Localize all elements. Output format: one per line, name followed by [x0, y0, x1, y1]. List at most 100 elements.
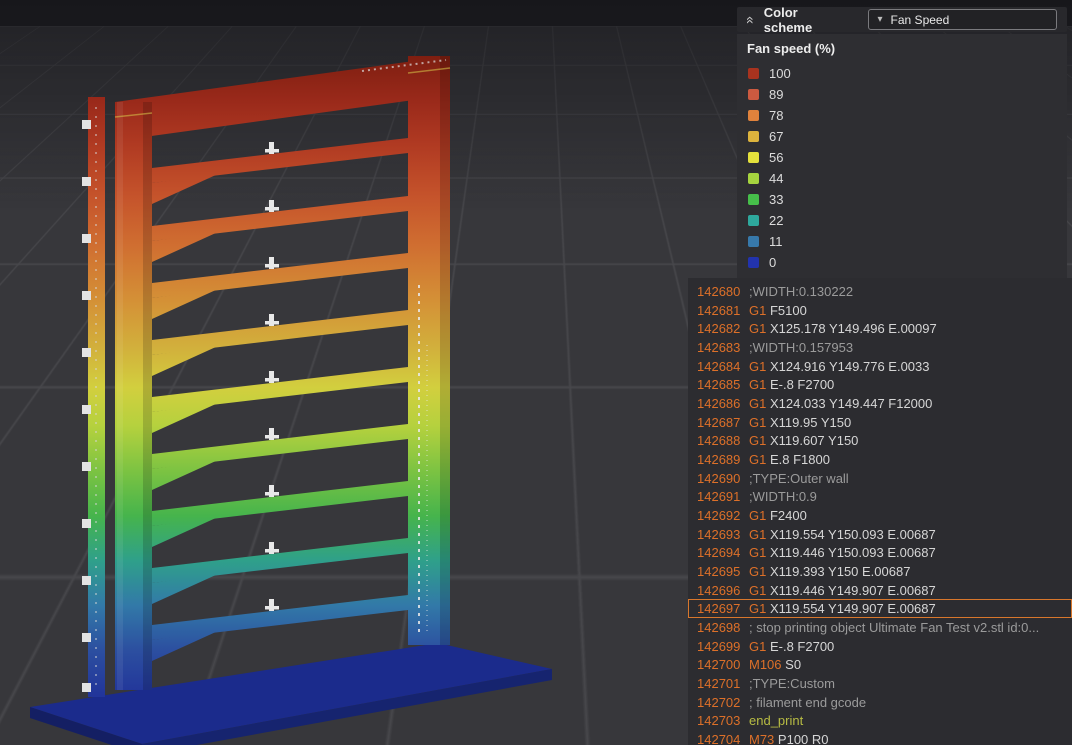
gcode-line-number: 142688 [697, 433, 749, 448]
gcode-line-number: 142681 [697, 303, 749, 318]
gcode-line-number: 142694 [697, 545, 749, 560]
legend-value: 0 [769, 255, 776, 270]
legend-color-swatch [748, 236, 759, 247]
gcode-line[interactable]: 142680;WIDTH:0.130222 [688, 282, 1072, 301]
gcode-line-content: ;WIDTH:0.130222 [749, 284, 853, 299]
color-scheme-dropdown[interactable]: ▾ Fan Speed [868, 9, 1057, 30]
gcode-line[interactable]: 142687G1 X119.95 Y150 [688, 413, 1072, 432]
gcode-line-content: G1 E.8 F1800 [749, 452, 830, 467]
gcode-line-content: ;WIDTH:0.157953 [749, 340, 853, 355]
gcode-line[interactable]: 142681G1 F5100 [688, 301, 1072, 320]
legend-value: 33 [769, 192, 783, 207]
gcode-line[interactable]: 142700M106 S0 [688, 655, 1072, 674]
legend-value: 44 [769, 171, 783, 186]
gcode-line-content: ;WIDTH:0.9 [749, 489, 817, 504]
gcode-line-content: G1 X119.446 Y149.907 E.00687 [749, 583, 936, 598]
gcode-line[interactable]: 142701;TYPE:Custom [688, 674, 1072, 693]
legend-value: 67 [769, 129, 783, 144]
gcode-lines: 142680;WIDTH:0.130222142681G1 F510014268… [688, 282, 1072, 745]
gcode-line-number: 142689 [697, 452, 749, 467]
legend-title: Fan speed (%) [737, 34, 1067, 63]
gcode-line-number: 142684 [697, 359, 749, 374]
gcode-line-content: G1 X119.554 Y149.907 E.00687 [749, 601, 936, 616]
legend-color-swatch [748, 68, 759, 79]
gcode-line[interactable]: 142689G1 E.8 F1800 [688, 450, 1072, 469]
gcode-line[interactable]: 142694G1 X119.446 Y150.093 E.00687 [688, 543, 1072, 562]
gcode-line-number: 142695 [697, 564, 749, 579]
legend-item: 44 [737, 168, 1067, 189]
gcode-line-content: G1 X124.033 Y149.447 F12000 [749, 396, 932, 411]
legend-item: 11 [737, 231, 1067, 252]
gcode-line-number: 142704 [697, 732, 749, 745]
legend-value: 56 [769, 150, 783, 165]
legend-value: 100 [769, 66, 791, 81]
gcode-line-highlighted[interactable]: 142697G1 X119.554 Y149.907 E.00687 [688, 599, 1072, 618]
gcode-line-content: ;TYPE:Custom [749, 676, 835, 691]
gcode-line[interactable]: 142684G1 X124.916 Y149.776 E.0033 [688, 357, 1072, 376]
gcode-line-content: end_print [749, 713, 803, 728]
model-main-frame [115, 56, 450, 690]
gcode-line-number: 142702 [697, 695, 749, 710]
legend-item: 89 [737, 84, 1067, 105]
fan-test-tower-model[interactable] [10, 35, 570, 745]
color-scheme-label: Color scheme [764, 5, 850, 35]
legend-item: 78 [737, 105, 1067, 126]
gcode-line[interactable]: 142695G1 X119.393 Y150 E.00687 [688, 562, 1072, 581]
gcode-line[interactable]: 142696G1 X119.446 Y149.907 E.00687 [688, 581, 1072, 600]
gcode-viewer-panel[interactable]: 142680;WIDTH:0.130222142681G1 F510014268… [688, 278, 1072, 745]
gcode-line[interactable]: 142703end_print [688, 711, 1072, 730]
legend-items: 100 89 78 67 56 44 33 22 11 0 [737, 63, 1067, 273]
gcode-line-content: G1 E-.8 F2700 [749, 639, 834, 654]
gcode-line-number: 142701 [697, 676, 749, 691]
legend-color-swatch [748, 131, 759, 142]
gcode-line-content: ; stop printing object Ultimate Fan Test… [749, 620, 1039, 635]
legend-color-swatch [748, 152, 759, 163]
gcode-line-content: G1 X119.607 Y150 [749, 433, 858, 448]
gcode-line-number: 142699 [697, 639, 749, 654]
legend-item: 33 [737, 189, 1067, 210]
gcode-line-content: G1 X119.446 Y150.093 E.00687 [749, 545, 936, 560]
gcode-line-number: 142693 [697, 527, 749, 542]
chevron-down-icon: ▾ [878, 15, 883, 25]
gcode-line[interactable]: 142683;WIDTH:0.157953 [688, 338, 1072, 357]
gcode-line-content: M106 S0 [749, 657, 801, 672]
gcode-line-content: G1 X124.916 Y149.776 E.0033 [749, 359, 930, 374]
legend-color-swatch [748, 215, 759, 226]
legend-item: 22 [737, 210, 1067, 231]
gcode-line[interactable]: 142686G1 X124.033 Y149.447 F12000 [688, 394, 1072, 413]
gcode-line-content: M73 P100 R0 [749, 732, 829, 745]
gcode-line[interactable]: 142692G1 F2400 [688, 506, 1072, 525]
gcode-line[interactable]: 142702; filament end gcode [688, 693, 1072, 712]
gcode-line[interactable]: 142704M73 P100 R0 [688, 730, 1072, 745]
legend-value: 22 [769, 213, 783, 228]
legend-value: 11 [769, 234, 783, 249]
gcode-line[interactable]: 142688G1 X119.607 Y150 [688, 431, 1072, 450]
gcode-line-number: 142697 [697, 601, 749, 616]
legend-color-swatch [748, 173, 759, 184]
fan-speed-legend: Fan speed (%) 100 89 78 67 56 44 33 22 11 0 [737, 34, 1067, 280]
gcode-line-number: 142696 [697, 583, 749, 598]
gcode-line[interactable]: 142699G1 E-.8 F2700 [688, 637, 1072, 656]
color-scheme-header: « Color scheme ▾ Fan Speed [737, 7, 1067, 32]
legend-item: 0 [737, 252, 1067, 273]
legend-color-swatch [748, 194, 759, 205]
legend-color-swatch [748, 110, 759, 121]
gcode-line-content: G1 X119.554 Y150.093 E.00687 [749, 527, 936, 542]
legend-color-swatch [748, 257, 759, 268]
legend-value: 78 [769, 108, 783, 123]
gcode-line-number: 142682 [697, 321, 749, 336]
gcode-line-content: G1 F5100 [749, 303, 807, 318]
model-rungs [152, 138, 408, 661]
gcode-line-number: 142698 [697, 620, 749, 635]
gcode-line[interactable]: 142690;TYPE:Outer wall [688, 469, 1072, 488]
collapse-panel-icon[interactable]: « [744, 16, 758, 24]
gcode-line[interactable]: 142682G1 X125.178 Y149.496 E.00097 [688, 319, 1072, 338]
gcode-line[interactable]: 142693G1 X119.554 Y150.093 E.00687 [688, 525, 1072, 544]
gcode-line[interactable]: 142691;WIDTH:0.9 [688, 487, 1072, 506]
gcode-line-number: 142691 [697, 489, 749, 504]
gcode-line[interactable]: 142685G1 E-.8 F2700 [688, 375, 1072, 394]
gcode-line-number: 142680 [697, 284, 749, 299]
gcode-line[interactable]: 142698; stop printing object Ultimate Fa… [688, 618, 1072, 637]
gcode-line-content: G1 F2400 [749, 508, 807, 523]
gcode-line-number: 142692 [697, 508, 749, 523]
